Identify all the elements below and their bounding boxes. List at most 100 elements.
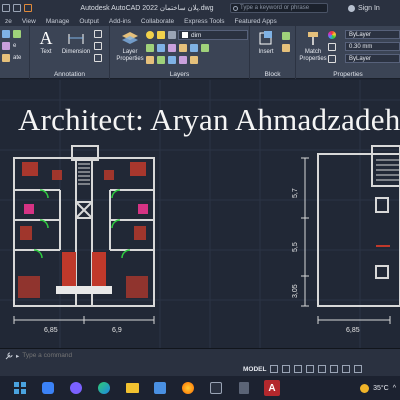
ribbon-tab[interactable]: ze xyxy=(0,18,17,25)
command-chevron-icon: ▸ xyxy=(16,352,20,360)
sign-in-label: Sign In xyxy=(358,4,380,12)
linetype-dropdown[interactable]: ByLayer xyxy=(345,54,400,63)
snap-toggle-icon[interactable] xyxy=(282,365,291,373)
calculator-icon[interactable] xyxy=(236,380,252,396)
widgets-icon[interactable] xyxy=(40,380,56,396)
tray-chevron-icon[interactable]: ^ xyxy=(393,385,396,392)
insert-block-icon xyxy=(253,29,279,47)
search-input[interactable]: Type a keyword or phrase xyxy=(230,3,328,13)
layer-properties-button[interactable]: Layer Properties xyxy=(114,29,146,63)
status-bar: MODEL xyxy=(0,362,400,376)
dimension-text: 6,85 xyxy=(44,327,58,334)
layer-dropdown[interactable]: dim xyxy=(178,30,248,40)
system-tray: 35°C ^ xyxy=(360,376,396,400)
ortho-toggle-icon[interactable] xyxy=(294,365,303,373)
color-wheel-icon[interactable] xyxy=(328,31,336,39)
ribbon-tab[interactable]: Output xyxy=(74,18,104,25)
dimension-text: 5,7 xyxy=(292,188,299,198)
sun-icon[interactable] xyxy=(157,31,165,39)
search-icon xyxy=(233,5,238,11)
polar-toggle-icon[interactable] xyxy=(306,365,315,373)
layer-tool-icon[interactable] xyxy=(157,56,165,64)
dimension-text: 6,9 xyxy=(112,327,122,334)
annotation-scale-icon[interactable] xyxy=(330,365,339,373)
autocad-icon[interactable]: A xyxy=(264,380,280,396)
layer-tool-icon[interactable] xyxy=(190,56,198,64)
firefox-icon[interactable] xyxy=(180,380,196,396)
layer-name: dim xyxy=(191,31,202,39)
dimension-icon xyxy=(60,29,92,47)
undo-icon[interactable] xyxy=(2,4,10,12)
ribbon-tab[interactable]: Manage xyxy=(41,18,75,25)
lineweight-dropdown[interactable]: 0.30 mm xyxy=(345,42,400,51)
layer-tool-icon[interactable] xyxy=(146,56,154,64)
dimension-text: 3,05 xyxy=(292,284,299,298)
linetype-icon[interactable] xyxy=(328,55,336,63)
leader-icon[interactable] xyxy=(94,30,102,38)
color-dropdown[interactable]: ByLayer xyxy=(345,30,400,39)
layer-tool-icon[interactable] xyxy=(201,44,209,52)
edit-block-icon[interactable] xyxy=(282,44,290,52)
lock-icon[interactable] xyxy=(168,31,176,39)
text-icon: A xyxy=(39,27,53,48)
layer-color-swatch xyxy=(182,32,188,38)
redo-icon[interactable] xyxy=(13,4,21,12)
share-icon[interactable] xyxy=(24,4,32,12)
layer-tool-icon[interactable] xyxy=(190,44,198,52)
text-button[interactable]: A Text xyxy=(33,29,59,56)
block-group: Insert Block xyxy=(250,26,296,79)
dimension-button[interactable]: Dimension xyxy=(60,29,92,56)
draw-group: e ate xyxy=(0,26,30,79)
ribbon-tab[interactable]: Express Tools xyxy=(179,18,229,25)
layer-properties-label: Layer Properties xyxy=(116,49,144,62)
drawing-canvas[interactable]: 6,85 6,9 5,7 5,5 3,05 6,85 Architect: Ar… xyxy=(0,80,400,348)
layer-tool-icon[interactable] xyxy=(146,44,154,52)
title-bar: Autodesk AutoCAD 2022 پلان ساختمان.dwg T… xyxy=(0,0,400,16)
chat-icon[interactable] xyxy=(68,380,84,396)
windows-taskbar: A 35°C ^ xyxy=(0,376,400,400)
sign-in-button[interactable]: Sign In xyxy=(348,4,380,12)
osnap-toggle-icon[interactable] xyxy=(318,365,327,373)
workspace-icon[interactable] xyxy=(342,365,351,373)
store-icon[interactable] xyxy=(152,380,168,396)
layer-tool-icon[interactable] xyxy=(168,44,176,52)
ribbon-tab[interactable]: Collaborate xyxy=(136,18,179,25)
quick-access-toolbar xyxy=(0,4,72,12)
ribbon-tab[interactable]: Featured Apps xyxy=(230,18,282,25)
markup-icon[interactable] xyxy=(94,54,102,62)
stretch-icon[interactable] xyxy=(2,42,10,50)
light-bulb-icon[interactable] xyxy=(146,31,154,39)
layer-tool-icon[interactable] xyxy=(168,56,176,64)
customize-icon[interactable] xyxy=(5,352,13,360)
weather-icon[interactable] xyxy=(360,383,370,393)
media-player-icon[interactable] xyxy=(208,380,224,396)
edge-icon[interactable] xyxy=(96,380,112,396)
menu-icon[interactable] xyxy=(354,365,363,373)
grid-toggle-icon[interactable] xyxy=(270,365,279,373)
move-icon[interactable] xyxy=(2,30,10,38)
layer-stack-icon xyxy=(114,29,146,47)
layer-tool-icon[interactable] xyxy=(157,44,165,52)
color-value: ByLayer xyxy=(349,31,372,38)
model-tab[interactable]: MODEL xyxy=(243,366,266,373)
scale-icon[interactable] xyxy=(2,54,10,62)
block-title: Block xyxy=(264,71,281,78)
properties-title: Properties xyxy=(333,71,363,78)
create-block-icon[interactable] xyxy=(282,32,290,40)
lineweight-icon[interactable] xyxy=(328,43,336,51)
insert-label: Insert xyxy=(258,49,274,55)
file-explorer-icon[interactable] xyxy=(124,380,140,396)
copy-icon[interactable] xyxy=(13,30,21,38)
command-input[interactable] xyxy=(22,352,173,359)
temperature[interactable]: 35°C xyxy=(373,385,389,392)
dimension-label: Dimension xyxy=(61,49,91,55)
ribbon-label: ate xyxy=(13,55,22,61)
ribbon-tab[interactable]: View xyxy=(17,18,41,25)
table-icon[interactable] xyxy=(94,42,102,50)
layer-tool-icon[interactable] xyxy=(179,44,187,52)
insert-button[interactable]: Insert xyxy=(253,29,279,56)
layer-tool-icon[interactable] xyxy=(179,56,187,64)
match-properties-button[interactable]: Match Properties xyxy=(298,29,328,63)
ribbon-tab[interactable]: Add-ins xyxy=(104,18,136,25)
start-icon[interactable] xyxy=(12,380,28,396)
